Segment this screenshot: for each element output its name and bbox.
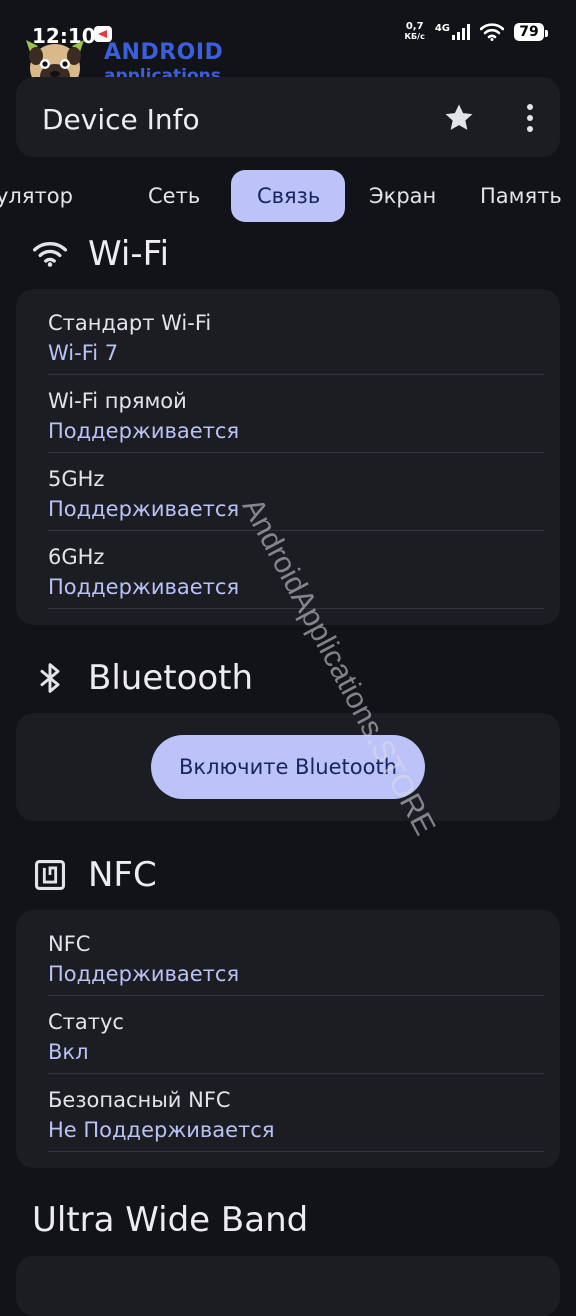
status-icons: 0,7 КБ/с 4G 79 <box>404 21 548 42</box>
row-label: NFC <box>48 932 91 956</box>
row-value: Поддерживается <box>48 497 240 521</box>
row-label: 5GHz <box>48 467 105 491</box>
nfc-card: NFC Поддерживается Статус Вкл Безопасный… <box>16 910 560 1168</box>
nfc-icon <box>32 857 68 893</box>
uwb-section-title: Ultra Wide Band <box>32 1200 309 1240</box>
tab-network[interactable]: Сеть <box>148 170 200 222</box>
bluetooth-card: Включите Bluetooth <box>16 713 560 821</box>
divider <box>48 1151 544 1152</box>
row-value: Поддерживается <box>48 575 240 599</box>
list-item: Стандарт Wi-Fi Wi-Fi 7 <box>32 297 544 375</box>
row-label: Статус <box>48 1010 124 1034</box>
bluetooth-section-title: Bluetooth <box>88 658 254 698</box>
row-label: Стандарт Wi-Fi <box>48 311 212 335</box>
cell-signal-icon: 4G <box>435 24 470 40</box>
list-item: Безопасный NFC Не Поддерживается <box>32 1074 544 1152</box>
row-label: Безопасный NFC <box>48 1088 231 1112</box>
nfc-section-title: NFC <box>88 855 157 895</box>
more-vert-icon[interactable] <box>518 101 542 135</box>
list-item: 5GHz Поддерживается <box>32 453 544 531</box>
list-item: NFC Поддерживается <box>32 918 544 996</box>
wifi-section-title: Wi-Fi <box>88 234 170 274</box>
row-label: 6GHz <box>48 545 105 569</box>
row-value: Вкл <box>48 1040 89 1064</box>
row-value: Wi-Fi 7 <box>48 341 119 365</box>
bluetooth-icon <box>32 660 68 696</box>
row-value: Поддерживается <box>48 419 240 443</box>
star-icon[interactable] <box>442 101 476 135</box>
row-label: Wi-Fi прямой <box>48 389 187 413</box>
wifi-section-header: Wi-Fi <box>32 232 169 276</box>
tab-bar: улятор Сеть Связь Экран Память <box>0 170 576 226</box>
list-item: Wi-Fi прямой Поддерживается <box>32 375 544 453</box>
app-title: Device Info <box>42 103 200 136</box>
nfc-section-header: NFC <box>32 853 157 897</box>
uwb-card <box>16 1256 560 1316</box>
network-speed: 0,7 КБ/с <box>404 21 425 42</box>
bluetooth-section-header: Bluetooth <box>32 656 253 700</box>
tab-emulator[interactable]: улятор <box>0 170 73 222</box>
watermark-logo-title: ANDROID <box>104 40 224 65</box>
tab-memory[interactable]: Память <box>480 170 562 222</box>
tab-communication[interactable]: Связь <box>231 170 345 222</box>
row-value: Не Поддерживается <box>48 1118 275 1142</box>
tab-display[interactable]: Экран <box>369 170 436 222</box>
row-value: Поддерживается <box>48 962 240 986</box>
battery-icon: 79 <box>514 23 548 41</box>
list-item: Статус Вкл <box>32 996 544 1074</box>
app-bar: Device Info <box>16 77 560 157</box>
wifi-icon <box>32 236 68 272</box>
wifi-status-icon <box>480 23 504 41</box>
